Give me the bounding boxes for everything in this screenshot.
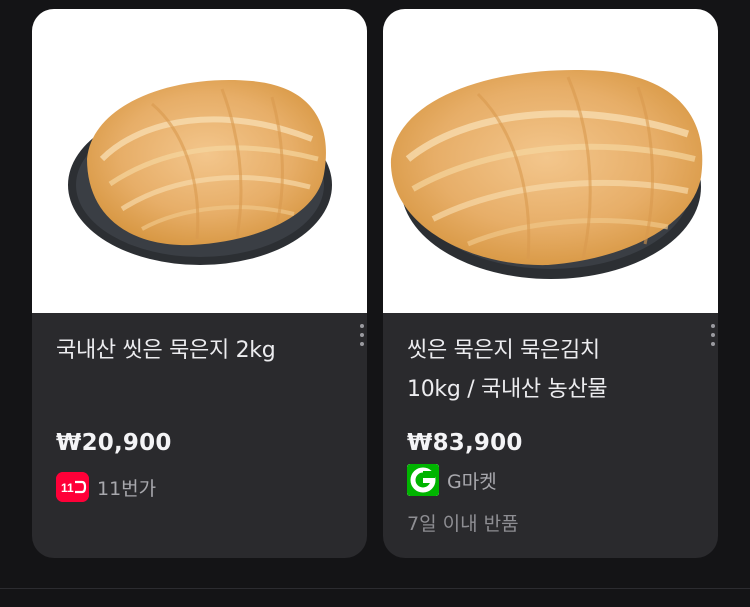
return-policy: 7일 이내 반품 — [407, 513, 519, 535]
product-title-line: 씻은 묵은지 묵은김치 — [407, 338, 600, 363]
product-price-1: ₩20,900 — [56, 430, 172, 456]
product-title-1[interactable]: 국내산 씻은 묵은지 2kg — [56, 331, 341, 370]
seller-2[interactable]: G마켓 — [407, 464, 497, 496]
product-price-2: ₩83,900 — [407, 430, 523, 456]
product-card-1[interactable]: 국내산 씻은 묵은지 2kg ₩20,900 11 11번가 — [32, 9, 367, 558]
product-card-2[interactable]: 씻은 묵은지 묵은김치 10kg / 국내산 농산물 ₩83,900 G마켓 7… — [383, 9, 718, 558]
product-image-2[interactable] — [383, 9, 718, 313]
product-image-1[interactable] — [32, 9, 367, 313]
seller-1[interactable]: 11 11번가 — [56, 471, 156, 503]
product-title-2[interactable]: 씻은 묵은지 묵은김치 10kg / 국내산 농산물 — [407, 331, 692, 409]
divider — [0, 588, 750, 589]
11st-logo-icon: 11 — [56, 472, 89, 502]
product-title-line: 10kg / 국내산 농산물 — [407, 377, 608, 402]
product-title-line: 국내산 씻은 묵은지 2kg — [56, 338, 276, 363]
svg-text:11: 11 — [61, 481, 74, 495]
gmarket-logo-icon — [407, 464, 439, 496]
more-options-icon[interactable] — [706, 321, 718, 351]
more-options-icon[interactable] — [355, 321, 367, 351]
seller-name-2: G마켓 — [447, 470, 497, 493]
shopping-results: 국내산 씻은 묵은지 2kg ₩20,900 11 11번가 씻은 묵은지 묵은… — [0, 0, 750, 607]
seller-name-1: 11번가 — [97, 477, 157, 500]
